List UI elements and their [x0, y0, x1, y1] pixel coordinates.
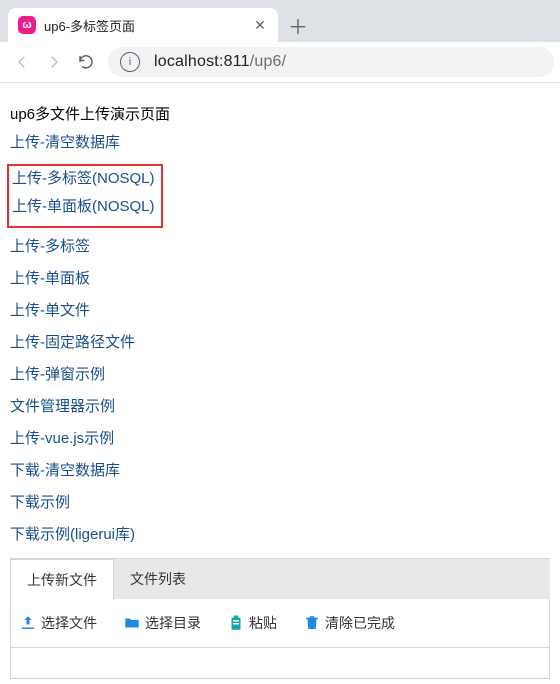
url-text: localhost:811/up6/ — [154, 53, 286, 71]
demo-link[interactable]: 上传-单面板 — [10, 270, 550, 288]
upload-icon — [19, 614, 37, 632]
link-list: 上传-清空数据库 上传-多标签(NOSQL) 上传-单面板(NOSQL) 上传-… — [10, 134, 550, 544]
action-label: 清除已完成 — [325, 613, 395, 633]
demo-link[interactable]: 上传-多标签(NOSQL) — [12, 170, 155, 188]
address-bar[interactable]: i localhost:811/up6/ — [108, 47, 554, 77]
action-label: 选择目录 — [145, 613, 201, 633]
page-content: up6多文件上传演示页面 上传-清空数据库 上传-多标签(NOSQL) 上传-单… — [0, 83, 560, 679]
demo-link[interactable]: 上传-清空数据库 — [10, 134, 550, 152]
trash-icon — [303, 614, 321, 632]
demo-link[interactable]: 下载示例(ligerui库) — [10, 526, 550, 544]
url-path: /up6/ — [250, 53, 287, 70]
tab-upload-new[interactable]: 上传新文件 — [10, 559, 114, 600]
upload-panel — [10, 648, 550, 679]
browser-toolbar: i localhost:811/up6/ — [0, 42, 560, 83]
clear-done-button[interactable]: 清除已完成 — [303, 613, 395, 633]
reload-icon — [77, 53, 95, 71]
demo-link[interactable]: 上传-单文件 — [10, 302, 550, 320]
demo-link[interactable]: 上传-vue.js示例 — [10, 430, 550, 448]
arrow-left-icon — [13, 53, 31, 71]
browser-tab-strip: ω up6-多标签页面 ✕ ＋ — [0, 0, 560, 42]
site-info-icon[interactable]: i — [120, 52, 140, 72]
forward-button[interactable] — [38, 46, 70, 78]
action-bar: 选择文件 选择目录 粘贴 清除已完成 — [10, 599, 550, 648]
url-host: localhost:811 — [154, 53, 250, 70]
demo-link[interactable]: 下载示例 — [10, 494, 550, 512]
favicon-icon: ω — [18, 16, 36, 34]
new-tab-button[interactable]: ＋ — [284, 11, 312, 39]
tab-file-list[interactable]: 文件列表 — [114, 559, 202, 599]
demo-link[interactable]: 文件管理器示例 — [10, 398, 550, 416]
paste-button[interactable]: 粘贴 — [227, 613, 277, 633]
action-label: 选择文件 — [41, 613, 97, 633]
arrow-right-icon — [45, 53, 63, 71]
page-title: up6多文件上传演示页面 — [10, 103, 550, 124]
demo-link[interactable]: 上传-单面板(NOSQL) — [12, 198, 155, 216]
select-file-button[interactable]: 选择文件 — [19, 613, 97, 633]
demo-link[interactable]: 上传-弹窗示例 — [10, 366, 550, 384]
demo-link[interactable]: 上传-固定路径文件 — [10, 334, 550, 352]
demo-link[interactable]: 上传-多标签 — [10, 238, 550, 256]
back-button[interactable] — [6, 46, 38, 78]
reload-button[interactable] — [70, 46, 102, 78]
clipboard-icon — [227, 614, 245, 632]
action-label: 粘贴 — [249, 613, 277, 633]
browser-tab-active[interactable]: ω up6-多标签页面 ✕ — [8, 8, 278, 42]
highlighted-links-box: 上传-多标签(NOSQL) 上传-单面板(NOSQL) — [7, 164, 163, 228]
select-dir-button[interactable]: 选择目录 — [123, 613, 201, 633]
close-icon[interactable]: ✕ — [252, 17, 268, 33]
inner-tabs: 上传新文件 文件列表 — [10, 558, 550, 599]
demo-link[interactable]: 下载-清空数据库 — [10, 462, 550, 480]
folder-icon — [123, 614, 141, 632]
browser-tab-title: up6-多标签页面 — [44, 16, 252, 35]
